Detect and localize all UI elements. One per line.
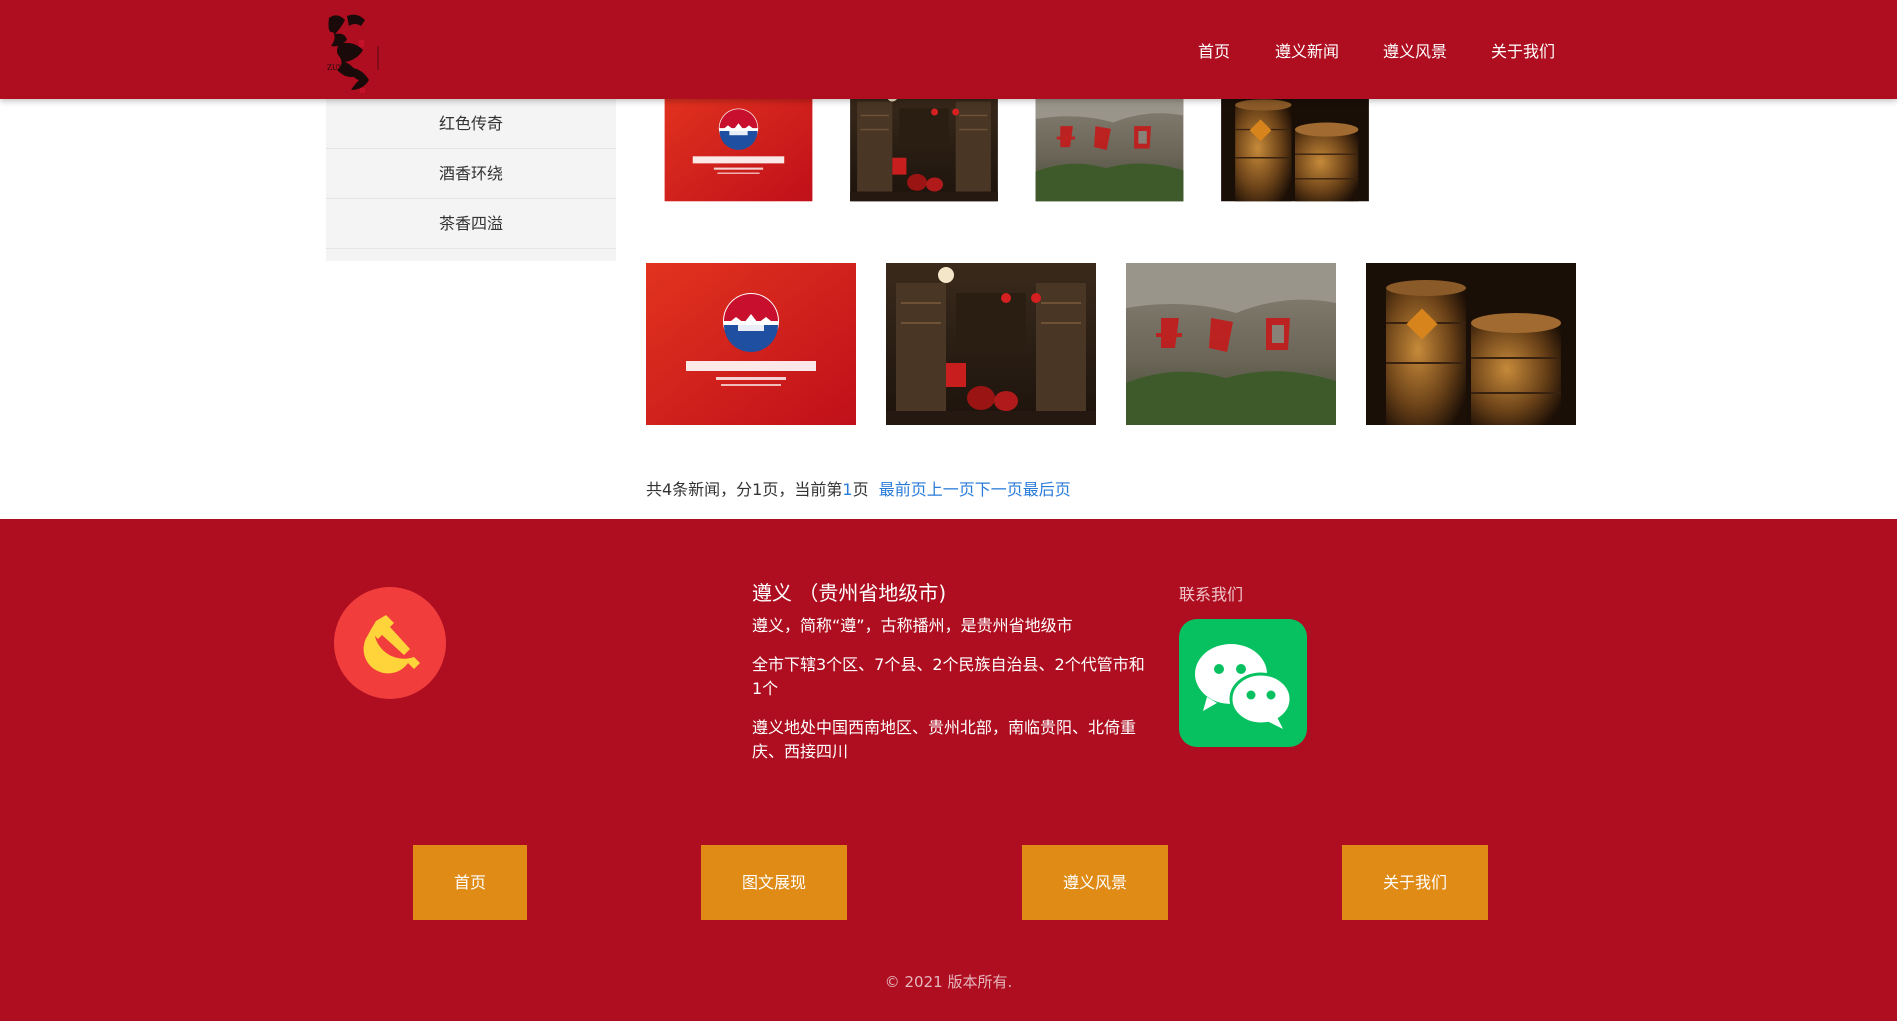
- city-info: 遵义 （贵州省地级市) 遵义，简称“遵”，古称播州，是贵州省地级市 全市下辖3个…: [752, 577, 1152, 779]
- pagination-next[interactable]: 下一页: [975, 480, 1023, 499]
- copyright: © 2021 版本所有.: [884, 973, 1013, 991]
- thumb-cliff-carving[interactable]: [1032, 99, 1187, 213]
- pagination: 共4条新闻，分1页，当前第1页 最前页上一页下一页最后页: [646, 476, 1071, 500]
- pagination-summary: 共4条新闻，分1页，当前第: [646, 480, 843, 499]
- photo-moutai[interactable]: [646, 263, 856, 425]
- footer-gallery-button[interactable]: 图文展现: [701, 845, 847, 920]
- footer-scenery-button[interactable]: 遵义风景: [1022, 845, 1168, 920]
- svg-text:ZUX: ZUX: [327, 64, 343, 72]
- pagination-prev[interactable]: 上一页: [927, 480, 975, 499]
- nav-zunyi-news[interactable]: 遵义新闻: [1275, 38, 1339, 62]
- footer-home-button[interactable]: 首页: [413, 845, 527, 920]
- contact-label: 联系我们: [1179, 585, 1244, 604]
- photo-cliff-carving[interactable]: [1126, 263, 1336, 425]
- sidebar-item-red-legend[interactable]: 红色传奇: [326, 99, 616, 149]
- sidebar-item-tea-fragrance[interactable]: 茶香四溢: [326, 199, 616, 249]
- site-header: ZUX 首页 遵义新闻 遵义风景 关于我们: [0, 0, 1897, 99]
- site-footer: 遵义 （贵州省地级市) 遵义，简称“遵”，古称播州，是贵州省地级市 全市下辖3个…: [0, 519, 1897, 1021]
- hammer-sickle-icon: [334, 587, 446, 699]
- photo-inn-interior[interactable]: [886, 263, 1096, 425]
- sidebar: 红色传奇 酒香环绕 茶香四溢: [326, 99, 616, 261]
- thumb-wine-vats[interactable]: [1217, 99, 1373, 213]
- nav-about-us[interactable]: 关于我们: [1491, 38, 1555, 62]
- city-info-line: 全市下辖3个区、7个县、2个民族自治县、2个代管市和1个: [752, 655, 1145, 698]
- pagination-current-page: 1: [842, 480, 853, 499]
- site-logo[interactable]: ZUX: [325, 10, 385, 96]
- footer-about-button[interactable]: 关于我们: [1342, 845, 1488, 920]
- city-info-line: 遵义地处中国西南地区、贵州北部，南临贵阳、北倚重庆、西接四川: [752, 718, 1137, 761]
- nav-home[interactable]: 首页: [1198, 38, 1230, 62]
- pagination-summary-suffix: 页: [852, 480, 869, 499]
- city-info-line: 遵义，简称“遵”，古称播州，是贵州省地级市: [752, 616, 1073, 635]
- city-info-title: 遵义 （贵州省地级市): [752, 581, 947, 605]
- wechat-icon[interactable]: [1179, 619, 1307, 747]
- photo-wine-vats[interactable]: [1366, 263, 1576, 425]
- pagination-first[interactable]: 最前页: [879, 480, 927, 499]
- thumb-moutai[interactable]: [661, 99, 816, 213]
- pagination-last[interactable]: 最后页: [1023, 480, 1071, 499]
- sidebar-item-wine-aroma[interactable]: 酒香环绕: [326, 149, 616, 199]
- thumb-inn-interior[interactable]: [846, 99, 1002, 213]
- nav-zunyi-scenery[interactable]: 遵义风景: [1383, 38, 1447, 62]
